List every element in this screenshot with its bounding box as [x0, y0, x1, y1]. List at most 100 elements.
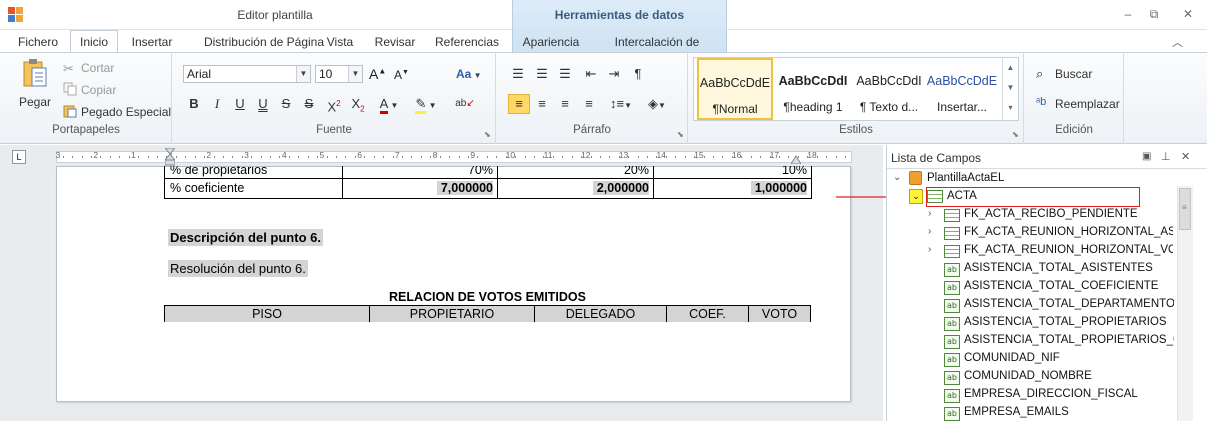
increase-indent-icon[interactable]: ⇥: [606, 66, 622, 82]
ruler-tick: [392, 156, 394, 158]
chevron-down-icon[interactable]: ⌄: [893, 172, 901, 183]
tab-apariencia[interactable]: Apariencia: [520, 32, 582, 52]
bullets-icon[interactable]: ☰: [510, 66, 526, 82]
style-preview: AaBbCcDdI: [778, 74, 848, 88]
superscript-icon[interactable]: X2: [324, 96, 344, 114]
shrink-font-icon[interactable]: A▼: [394, 68, 409, 82]
double-strikethrough-icon[interactable]: S: [301, 96, 317, 112]
copy-button[interactable]: Copiar: [81, 83, 116, 97]
style-texto[interactable]: AaBbCcDdI ¶ Texto d...: [851, 58, 927, 120]
highlight-icon[interactable]: ✎ ▼: [410, 96, 442, 114]
chevron-down-icon[interactable]: ⌄: [909, 189, 923, 204]
tree-field[interactable]: ab ASISTENCIA_TOTAL_COEFICIENTE: [944, 279, 1174, 297]
document-page[interactable]: [56, 166, 851, 402]
tree-field[interactable]: ab ASISTENCIA_TOTAL_PROPIETARIOS_C...: [944, 333, 1174, 351]
pilcrow-icon[interactable]: ¶: [630, 66, 646, 82]
ruler-tick: [835, 156, 837, 158]
tree-field[interactable]: ab EMPRESA_DIRECCION_FISCAL: [944, 387, 1174, 405]
field-icon: ab: [944, 407, 960, 421]
tree-relation[interactable]: › FK_ACTA_REUNION_HORIZONTAL_ASI...: [928, 225, 1173, 243]
font-name-dropdown-icon[interactable]: ▼: [296, 66, 310, 82]
tree-field[interactable]: ab EMPRESA_EMAILS: [944, 405, 1174, 421]
shading-icon[interactable]: ◈▼: [642, 96, 672, 112]
collapse-ribbon-icon[interactable]: ︿: [1172, 34, 1183, 50]
clear-format-icon[interactable]: ab↙: [455, 96, 475, 112]
paste-button[interactable]: Pegar: [19, 95, 51, 109]
italic-icon[interactable]: I: [209, 96, 225, 112]
font-size-combo[interactable]: 10 ▼: [315, 65, 363, 83]
cut-button[interactable]: Cortar: [81, 61, 114, 75]
styles-scroll[interactable]: ▲ ▼ ▾: [1002, 58, 1018, 120]
ruler-tick: [779, 156, 780, 158]
chevron-right-icon[interactable]: ›: [928, 208, 931, 219]
replace-button[interactable]: Reemplazar: [1055, 97, 1120, 111]
font-color-icon[interactable]: A ▼: [374, 96, 404, 114]
tab-insertar[interactable]: Insertar: [126, 32, 178, 52]
underline-icon[interactable]: U: [232, 96, 248, 112]
ruler-number: 8: [432, 150, 438, 160]
ruler-number: 9: [470, 150, 476, 160]
align-left-button[interactable]: ≡: [508, 94, 530, 114]
tree-field-label: ASISTENCIA_TOTAL_PROPIETARIOS_C...: [964, 334, 1174, 346]
indent-marker-icon[interactable]: [163, 147, 177, 166]
decrease-indent-icon[interactable]: ⇤: [583, 66, 599, 82]
line-spacing-icon[interactable]: ↕≡▼: [606, 96, 636, 112]
ruler-tick: [684, 156, 686, 158]
tab-referencias[interactable]: Referencias: [432, 32, 502, 52]
tab-inicio[interactable]: Inicio: [70, 30, 118, 53]
tab-distribucion-pagina[interactable]: Distribución de Página: [190, 32, 338, 52]
style-normal[interactable]: AaBbCcDdE ¶Normal: [697, 58, 773, 120]
ruler-numbers: 321123456789101112131415161718: [56, 150, 852, 163]
scrollbar-thumb[interactable]: ≡: [1179, 188, 1191, 230]
tree-field[interactable]: ab ASISTENCIA_TOTAL_PROPIETARIOS: [944, 315, 1174, 333]
font-name-combo[interactable]: Arial ▼: [183, 65, 311, 83]
panel-pin-icon[interactable]: ⊥: [1161, 150, 1171, 163]
right-indent-marker-icon[interactable]: [790, 153, 802, 165]
numbering-icon[interactable]: ☰: [534, 66, 550, 82]
tree-field-label: COMUNIDAD_NOMBRE: [964, 370, 1092, 382]
restore-button[interactable]: ⧉: [1144, 6, 1164, 22]
ruler-tick: [571, 156, 573, 158]
strikethrough-icon[interactable]: S: [278, 96, 294, 112]
style-heading-1[interactable]: AaBbCcDdI ¶heading 1: [775, 58, 851, 120]
paste-special-button[interactable]: Pegado Especial: [81, 105, 171, 119]
find-button[interactable]: Buscar: [1055, 67, 1092, 81]
tree-relation-label: FK_ACTA_RECIBO_PENDIENTE: [964, 208, 1138, 220]
chevron-right-icon[interactable]: ›: [928, 226, 931, 237]
subscript-icon[interactable]: X2: [348, 96, 368, 114]
tree-field[interactable]: ab ASISTENCIA_TOTAL_ASISTENTES: [944, 261, 1174, 279]
app-icon[interactable]: [8, 7, 24, 23]
tab-revisar[interactable]: Revisar: [370, 32, 420, 52]
font-size-dropdown-icon[interactable]: ▼: [348, 66, 362, 82]
tab-fichero[interactable]: Fichero: [14, 32, 62, 52]
multilevel-list-icon[interactable]: ☰: [557, 66, 573, 82]
ruler-tick: [647, 156, 649, 158]
ruler-tick: [119, 156, 121, 158]
tab-intercalacion-correo[interactable]: Intercalación de correo: [596, 32, 718, 69]
tree-relation[interactable]: › FK_ACTA_RECIBO_PENDIENTE: [928, 207, 1173, 225]
ruler-number: 4: [281, 150, 287, 160]
tree-relation[interactable]: › FK_ACTA_REUNION_HORIZONTAL_VOT...: [928, 243, 1173, 261]
tree-field[interactable]: ab COMUNIDAD_NOMBRE: [944, 369, 1174, 387]
tree-field[interactable]: ab COMUNIDAD_NIF: [944, 351, 1174, 369]
panel-close-icon[interactable]: ✕: [1181, 150, 1190, 163]
align-center-icon[interactable]: ≡: [534, 96, 550, 112]
minimize-button[interactable]: –: [1118, 6, 1138, 22]
paste-icon: [22, 58, 48, 88]
resolution-text: Resolución del punto 6.: [168, 260, 308, 277]
bold-icon[interactable]: B: [186, 96, 202, 112]
tree-field[interactable]: ab ASISTENCIA_TOTAL_DEPARTAMENTOS_...: [944, 297, 1174, 315]
tab-stop-selector[interactable]: L: [12, 150, 26, 164]
change-case-icon[interactable]: Aa ▼: [456, 67, 481, 81]
style-insertar[interactable]: AaBbCcDdE Insertar...: [924, 58, 1000, 120]
align-right-icon[interactable]: ≡: [557, 96, 573, 112]
tab-vista[interactable]: Vista: [322, 32, 358, 52]
chevron-right-icon[interactable]: ›: [928, 244, 931, 255]
double-underline-icon[interactable]: U: [255, 96, 271, 112]
panel-maximize-icon[interactable]: ▣: [1142, 151, 1151, 162]
grow-font-icon[interactable]: A▲: [369, 66, 386, 82]
copy-icon: [63, 82, 77, 96]
justify-icon[interactable]: ≡: [581, 96, 597, 112]
ruler-tick: [533, 156, 535, 158]
close-button[interactable]: ✕: [1178, 6, 1198, 22]
